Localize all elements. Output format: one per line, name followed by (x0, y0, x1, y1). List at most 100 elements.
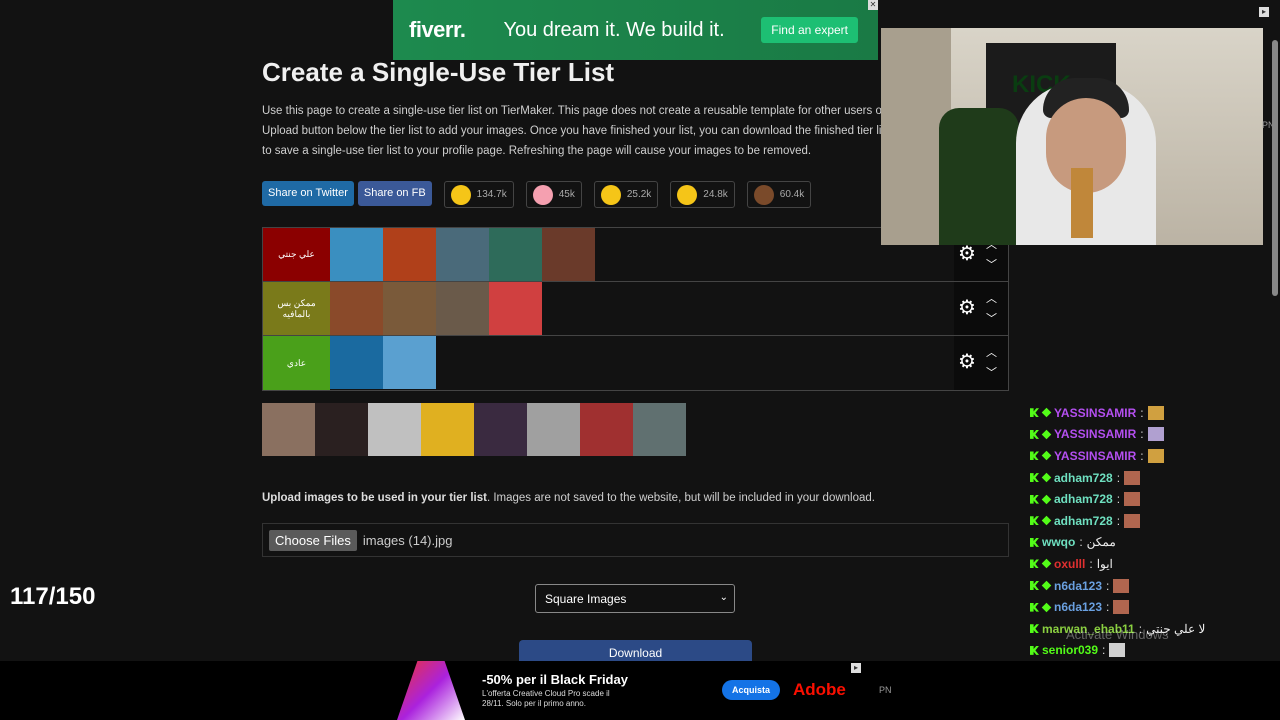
subscriber-badge-icon (1041, 429, 1052, 440)
chat-username[interactable]: n6da123 (1054, 600, 1102, 614)
tier-image[interactable] (489, 282, 542, 335)
tier-image[interactable] (383, 336, 436, 389)
chat-username[interactable]: adham728 (1054, 471, 1113, 485)
file-input[interactable]: Choose Files images (14).jpg (262, 523, 1009, 557)
tier-image[interactable] (383, 282, 436, 335)
chat-message: adham728: (1030, 510, 1275, 532)
gear-icon[interactable]: ⚙ (958, 244, 976, 264)
subscriber-badge-icon (1041, 451, 1052, 461)
fiverr-ad-banner[interactable]: fiverr. You dream it. We build it. Find … (393, 0, 878, 60)
move-down-icon[interactable]: ﹀ (986, 310, 997, 326)
chat-separator: : (1106, 600, 1110, 615)
share-row: Share on Twitter Share on FB 134.7k 45k 25… (262, 181, 812, 208)
subscriber-badge-icon (1041, 408, 1052, 418)
tier-image[interactable] (330, 228, 383, 281)
reaction-button[interactable]: 134.7k (443, 181, 514, 208)
tier-row: عادي ⚙ ︿ ﹀ (263, 336, 1008, 390)
chat-message: adham728: (1030, 488, 1275, 510)
share-fb-button[interactable]: Share on FB (357, 181, 432, 206)
reaction-button[interactable]: 45k (525, 181, 582, 208)
chat-username[interactable]: YASSINSAMIR (1054, 406, 1136, 420)
chat-separator: : (1079, 535, 1083, 550)
kick-badge-icon (1030, 429, 1039, 439)
chat-emote-icon (1109, 643, 1126, 658)
ad-subtext: L'offerta Creative Cloud Pro scade il 28… (482, 689, 610, 708)
chat-emote-icon (1124, 513, 1141, 528)
tier-label[interactable]: ممكن بس بالمافيه (263, 282, 330, 335)
move-down-icon[interactable]: ﹀ (986, 364, 997, 380)
pool-image[interactable] (368, 403, 421, 456)
tier-image[interactable] (489, 228, 542, 281)
pool-image[interactable] (633, 403, 686, 456)
chat-username[interactable]: oxulll (1054, 557, 1085, 571)
tier-row: ممكن بس بالمافيه ⚙ ︿ ﹀ (263, 282, 1008, 336)
share-twitter-button[interactable]: Share on Twitter (262, 181, 354, 206)
poop-emoji-icon (753, 184, 774, 205)
pool-image[interactable] (527, 403, 580, 456)
intro-line: Upload button below the tier list to add… (262, 125, 882, 137)
chat-username[interactable]: senior039 (1042, 643, 1098, 657)
chat-separator: : (1089, 556, 1093, 571)
chat-username[interactable]: wwqo (1042, 535, 1075, 549)
find-expert-button[interactable]: Find an expert (761, 17, 858, 43)
page-title: Create a Single-Use Tier List (262, 57, 615, 87)
pool-image[interactable] (262, 403, 315, 456)
chat-message: YASSINSAMIR: (1030, 445, 1275, 467)
tier-items (330, 228, 595, 281)
reactions: 134.7k 45k 25.2k 24.8k 60.4k (442, 181, 812, 208)
tier-controls: ⚙ ︿ ﹀ (954, 282, 1008, 335)
gaming-chair (939, 108, 1019, 245)
pool-image[interactable] (421, 403, 474, 456)
image-shape-select[interactable]: Square Images ⌄ (535, 584, 735, 613)
gear-icon[interactable]: ⚙ (958, 298, 976, 318)
ad-choices-icon[interactable]: ▸ (1259, 7, 1269, 17)
kick-badge-icon (1030, 645, 1039, 655)
move-down-icon[interactable]: ﹀ (986, 256, 997, 272)
ad-pn-label: PN (879, 685, 892, 695)
chat-emote-icon (1113, 578, 1130, 593)
ad-close-icon[interactable]: ✕ (868, 0, 878, 10)
move-up-icon[interactable]: ︿ (986, 290, 997, 306)
pool-image[interactable] (315, 403, 368, 456)
tier-label[interactable]: علي جنتي (263, 228, 330, 281)
pool-image[interactable] (580, 403, 633, 456)
chat-emote-icon (1124, 492, 1141, 507)
tier-items (330, 282, 542, 335)
chat-username[interactable]: YASSINSAMIR (1054, 427, 1136, 441)
reaction-button[interactable]: 60.4k (746, 181, 812, 208)
chat-separator: : (1140, 405, 1144, 420)
ad-tagline: You dream it. We build it. (503, 18, 725, 41)
chat-username[interactable]: adham728 (1054, 514, 1113, 528)
move-up-icon[interactable]: ︿ (986, 344, 997, 360)
kick-badge-icon (1030, 494, 1039, 504)
chevron-down-icon: ⌄ (719, 592, 728, 603)
pool-image[interactable] (474, 403, 527, 456)
acquista-button[interactable]: Acquista (722, 680, 781, 700)
chat-username[interactable]: YASSINSAMIR (1054, 449, 1136, 463)
reaction-count: 45k (558, 189, 575, 200)
reaction-button[interactable]: 25.2k (593, 181, 659, 208)
scrollbar[interactable] (1272, 30, 1278, 680)
tier-image[interactable] (436, 228, 489, 281)
tier-image[interactable] (383, 228, 436, 281)
gear-icon[interactable]: ⚙ (958, 352, 976, 372)
chat-username[interactable]: adham728 (1054, 492, 1113, 506)
reaction-count: 134.7k (476, 189, 507, 200)
ad-choices-icon[interactable]: ▸ (851, 663, 861, 673)
adobe-ad-banner[interactable]: -50% per il Black Friday L'offerta Creat… (385, 661, 892, 720)
chat-separator: : (1116, 492, 1121, 507)
tier-label[interactable]: عادي (263, 336, 330, 390)
chat-message: wwqo: ممكن (1030, 532, 1275, 554)
tier-image[interactable] (330, 336, 383, 389)
chat-username[interactable]: n6da123 (1054, 579, 1102, 593)
choose-files-button[interactable]: Choose Files (269, 529, 357, 551)
grin-emoji-icon (450, 184, 471, 205)
chat-emote-icon (1147, 448, 1164, 463)
tier-image[interactable] (330, 282, 383, 335)
tier-image[interactable] (436, 282, 489, 335)
scrollbar-thumb[interactable] (1272, 40, 1278, 296)
subscriber-badge-icon (1041, 559, 1052, 569)
tier-image[interactable] (542, 228, 595, 281)
reaction-button[interactable]: 24.8k (670, 181, 735, 208)
intro-line: to save a single-use tier list to your p… (262, 145, 812, 157)
